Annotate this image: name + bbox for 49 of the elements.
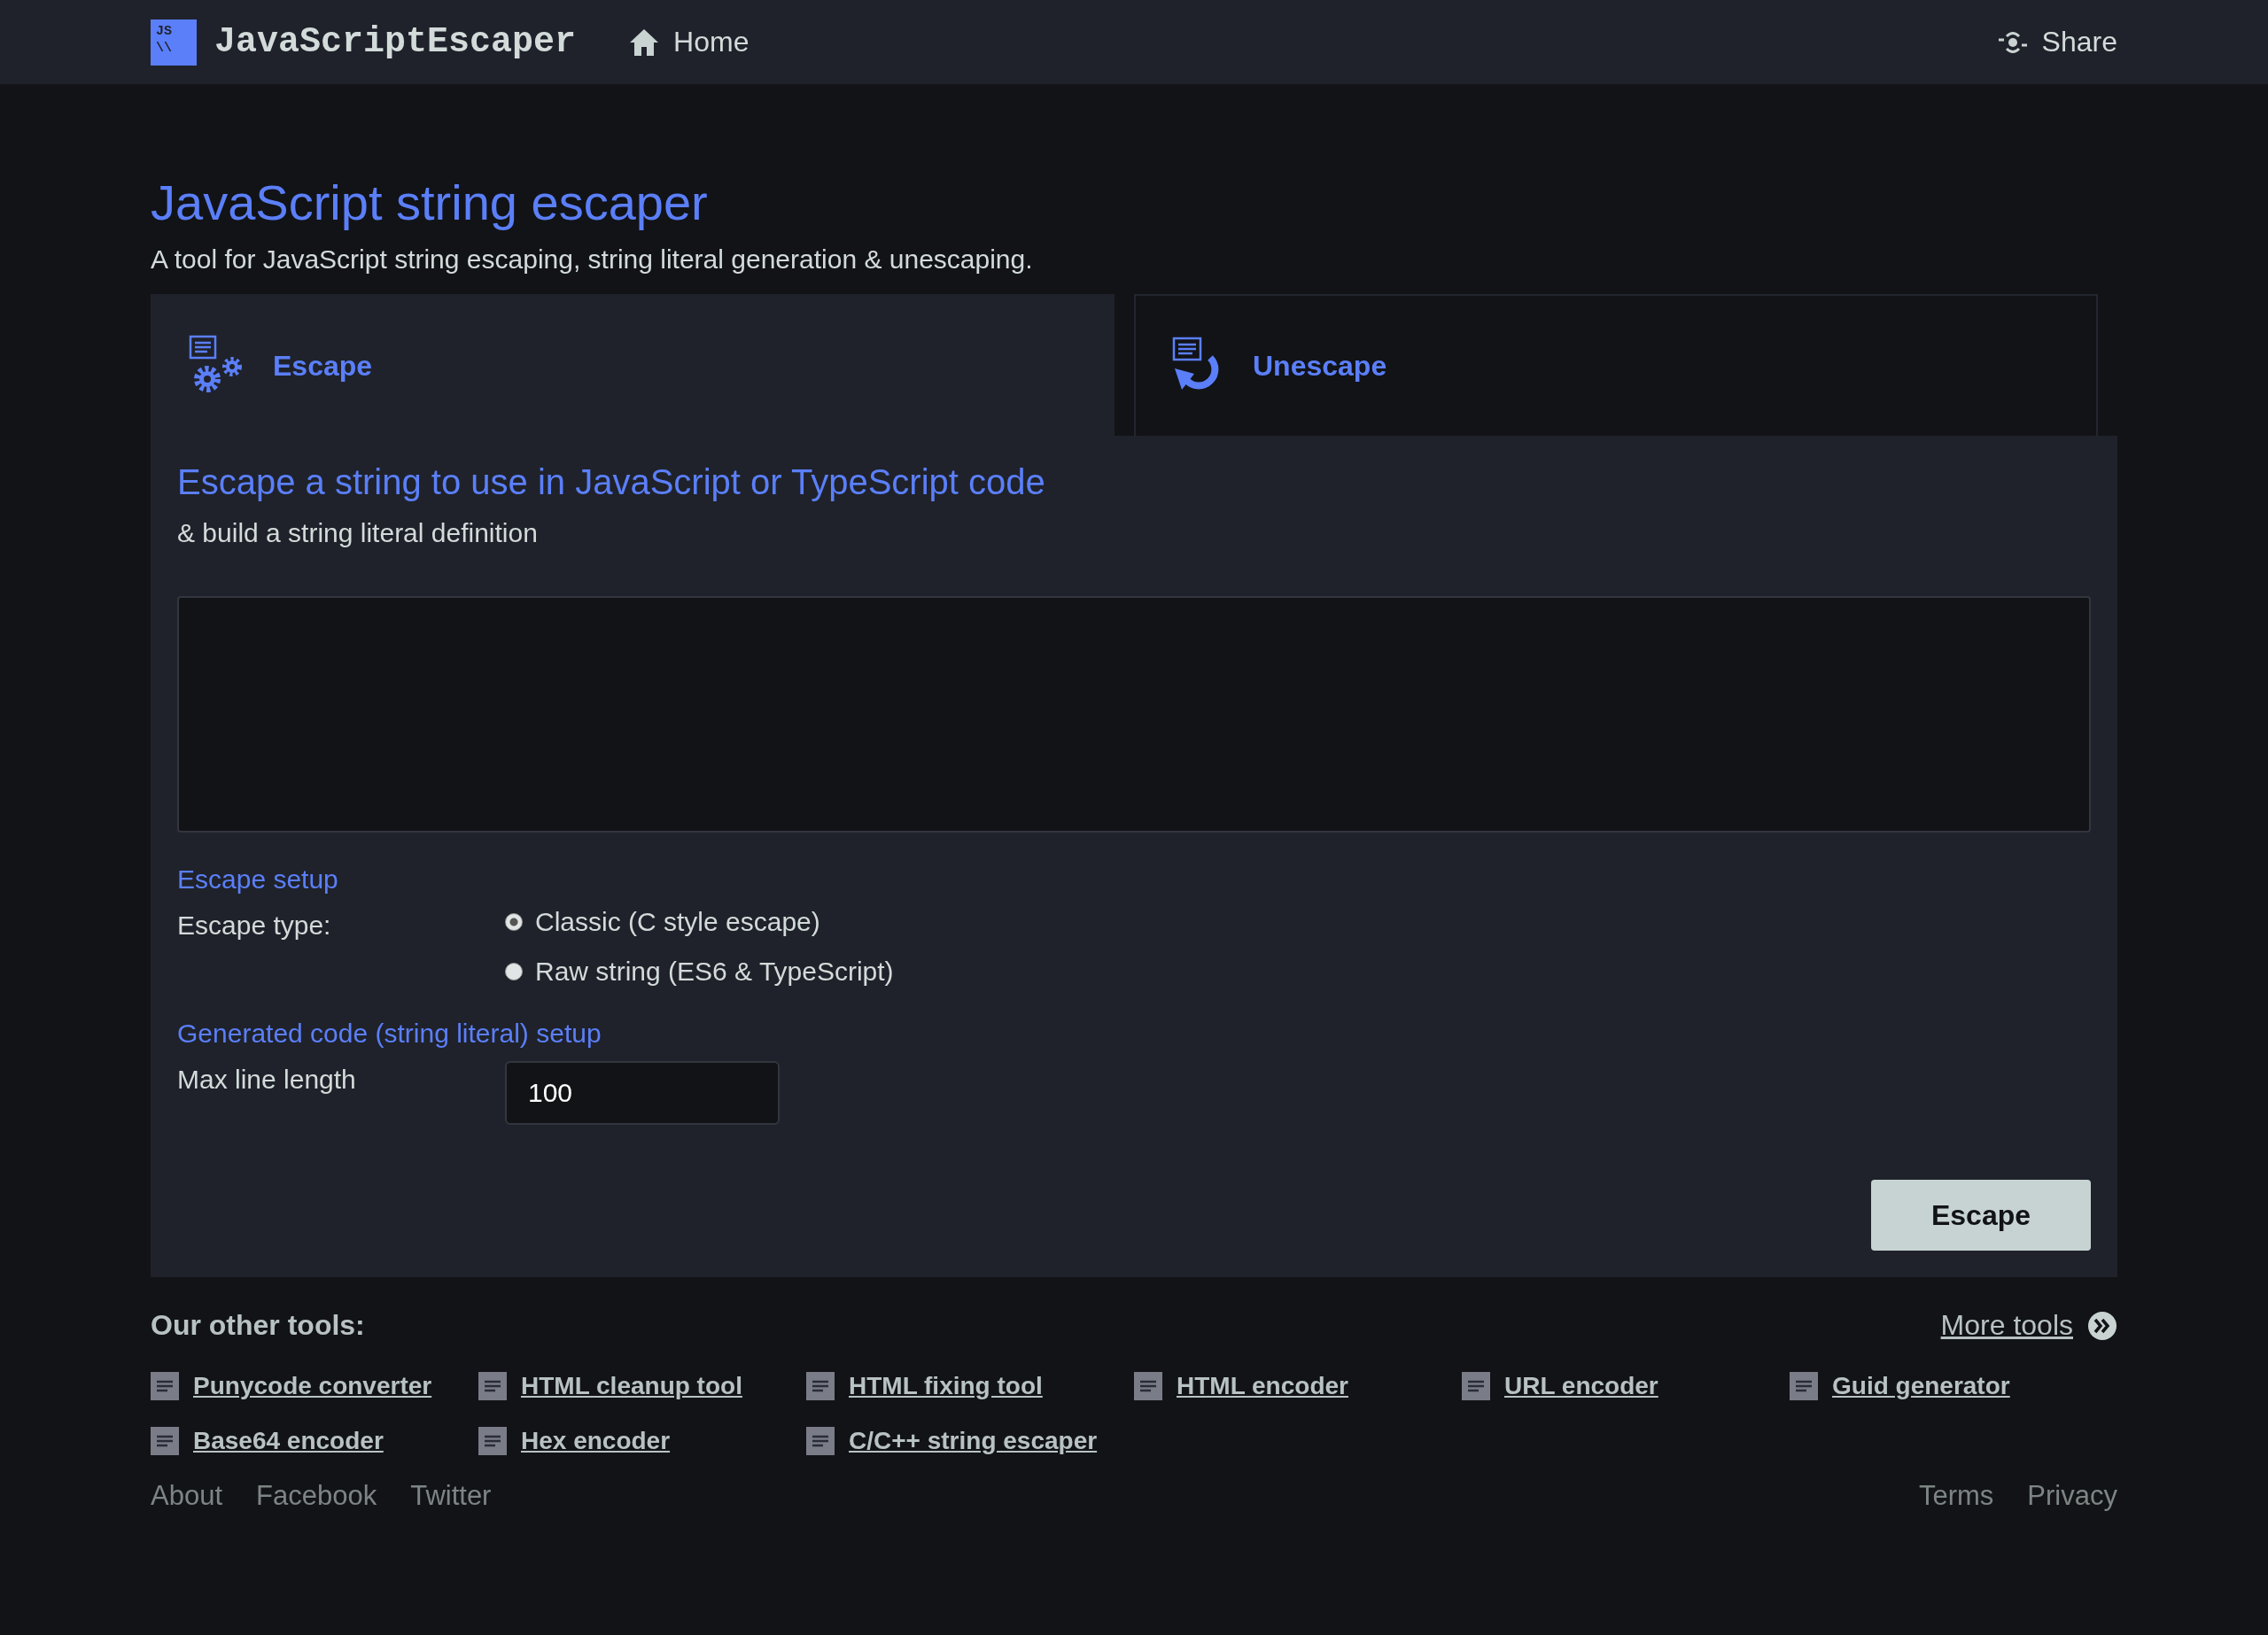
logo-icon[interactable]: JS \\ — [151, 19, 197, 66]
field-label: Escape type: — [177, 910, 332, 942]
field-label: Max line length — [177, 1064, 357, 1096]
tool-link[interactable]: HTML cleanup tool — [521, 1372, 742, 1401]
tool-icon — [1462, 1372, 1490, 1401]
tool-link[interactable]: Base64 encoder — [193, 1427, 384, 1456]
max-line-length-field[interactable]: 100 — [505, 1061, 780, 1126]
tool-link[interactable]: HTML fixing tool — [849, 1372, 1043, 1401]
panel-subheading: & build a string literal definition — [177, 518, 539, 549]
radio-button[interactable] — [505, 913, 523, 932]
home-link[interactable]: Home — [629, 26, 750, 58]
footer-link[interactable]: Twitter — [410, 1480, 492, 1513]
tool-link[interactable]: URL encoder — [1504, 1372, 1658, 1401]
radio-option[interactable]: Raw string (ES6 & TypeScript) — [505, 957, 894, 988]
share-link[interactable]: Share — [1997, 26, 2117, 58]
share-icon — [1997, 30, 2028, 54]
page-subtitle: A tool for JavaScript string escaping, string literal generation & unescaping. — [151, 244, 1034, 275]
tool-icon — [478, 1427, 507, 1456]
tool-icon — [1790, 1372, 1818, 1401]
tool-icon — [806, 1427, 835, 1456]
tool-icon — [478, 1372, 507, 1401]
tab[interactable]: Escape — [151, 294, 1115, 437]
tool-link[interactable]: HTML encoder — [1177, 1372, 1348, 1401]
input-textarea[interactable] — [177, 596, 2091, 833]
more-tools-link[interactable]: More tools — [1940, 1309, 2073, 1343]
footer-link[interactable]: Facebook — [256, 1480, 377, 1513]
footer-link[interactable]: Privacy — [2027, 1480, 2117, 1513]
double-chevron-icon[interactable] — [2087, 1310, 2117, 1341]
escape-button[interactable]: Escape — [1871, 1180, 2091, 1251]
radio-button[interactable] — [505, 963, 523, 981]
tool-icon — [1134, 1372, 1162, 1401]
footer-link[interactable]: Terms — [1918, 1480, 1994, 1513]
tab[interactable]: Unescape — [1134, 294, 2098, 437]
footer-link[interactable]: About — [151, 1480, 222, 1513]
radio-option[interactable]: Classic (C style escape) — [505, 907, 894, 938]
other-tools-title: Our other tools: — [151, 1309, 366, 1343]
section-title: Escape setup — [177, 864, 339, 895]
panel-heading: Escape a string to use in JavaScript or TypeScript code — [177, 462, 1046, 503]
section-title: Generated code (string literal) setup — [177, 1019, 602, 1050]
tool-icon — [151, 1427, 179, 1456]
tool-link[interactable]: Punycode converter — [193, 1372, 432, 1401]
tool-link[interactable]: C/C++ string escaper — [849, 1427, 1098, 1456]
tool-link[interactable]: Hex encoder — [521, 1427, 671, 1456]
home-icon — [629, 27, 660, 57]
brand-link[interactable]: JavaScriptEscaper — [214, 22, 577, 62]
page-title: JavaScript string escaper — [151, 174, 709, 232]
tool-icon — [151, 1372, 179, 1401]
tool-link[interactable]: Guid generator — [1832, 1372, 2010, 1401]
tool-icon — [806, 1372, 835, 1401]
